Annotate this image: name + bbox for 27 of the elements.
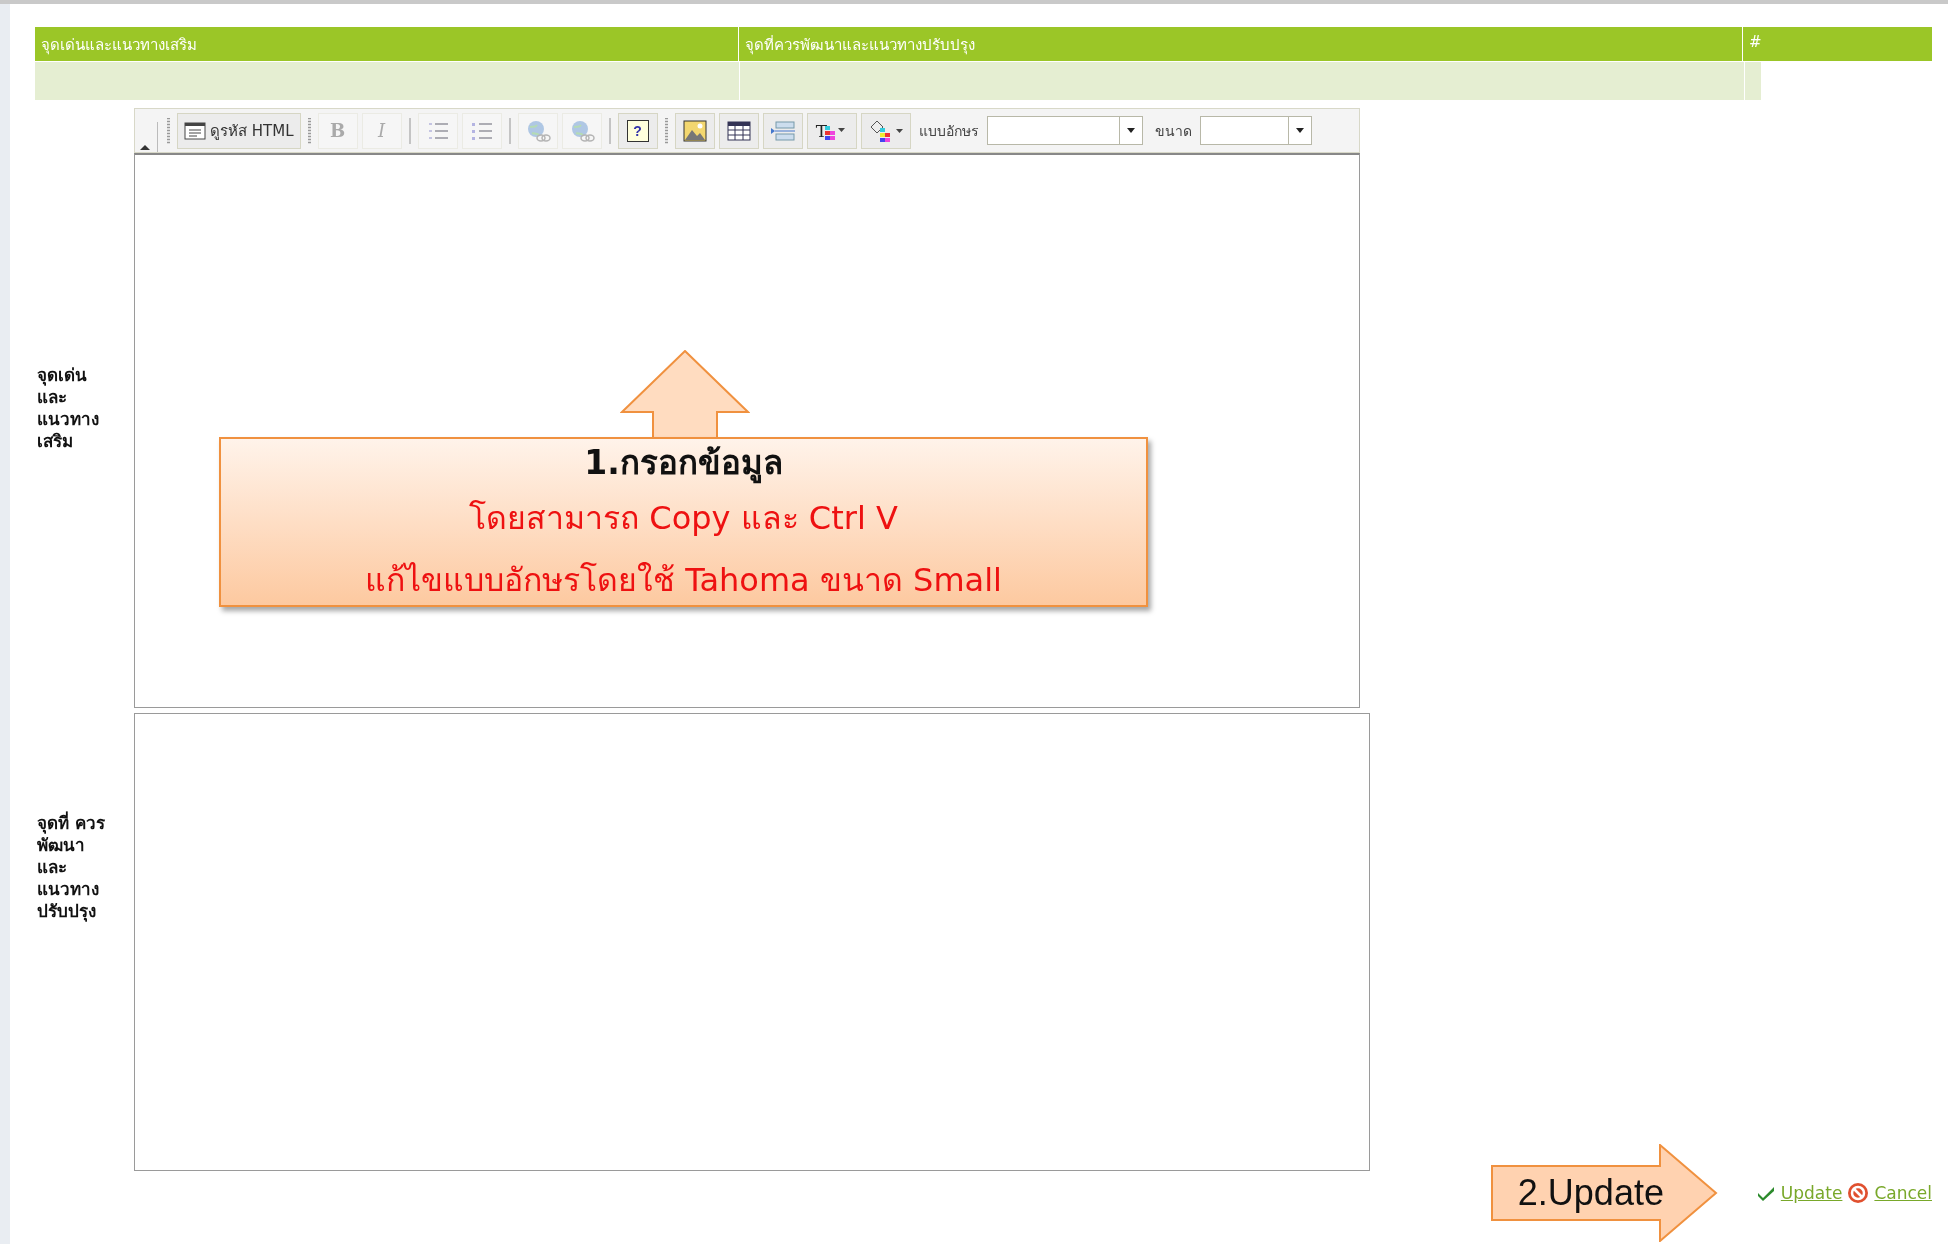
toolbar-grip[interactable]: [664, 117, 668, 144]
horizontal-rule-icon: [769, 119, 796, 142]
callout-text: โดยสามารถ Copy และ Ctrl V: [469, 498, 898, 539]
toolbar-grip[interactable]: [307, 117, 311, 144]
update-callout: 2.Update: [1489, 1144, 1718, 1242]
callout-text: แก้ไขแบบอักษรโดยใช้ Tahoma ขนาด Small: [365, 560, 1002, 601]
table-button[interactable]: [718, 112, 759, 149]
column-header: จุดที่ควรพัฒนาและแนวทางปรับปรุง: [739, 27, 1743, 61]
image-button[interactable]: [674, 112, 715, 149]
table-icon: [726, 119, 751, 142]
view-html-button[interactable]: ดูรหัส HTML: [177, 112, 301, 149]
field-label: จุดที่ ควร พัฒนา และ แนวทาง ปรับปรุง: [37, 812, 106, 922]
caret-icon: [1294, 127, 1305, 134]
help-button[interactable]: ?: [617, 112, 658, 149]
callout-title: 1.กรอกข้อมูล: [584, 442, 783, 486]
caret-icon: [1125, 127, 1136, 134]
fill-color-button[interactable]: [860, 112, 911, 149]
cancel-icon: [1847, 1182, 1870, 1204]
text-editor[interactable]: 1.กรอกข้อมูล โดยสามารถ Copy และ Ctrl V แก้ไขแบบอักษรโดยใช้ Tahoma ขนาด Small: [134, 153, 1360, 708]
collapse-icon[interactable]: [139, 122, 158, 152]
image-icon: [682, 119, 707, 142]
toolbar-grip[interactable]: [167, 117, 170, 144]
column-header: #: [1748, 32, 1763, 53]
document-icon: [184, 120, 206, 141]
field-label: จุดเด่น และ แนวทาง เสริม: [37, 364, 100, 452]
column-header: จุดเด่นและแนวทางเสริม: [35, 27, 739, 61]
table-cell: [1745, 62, 1762, 100]
